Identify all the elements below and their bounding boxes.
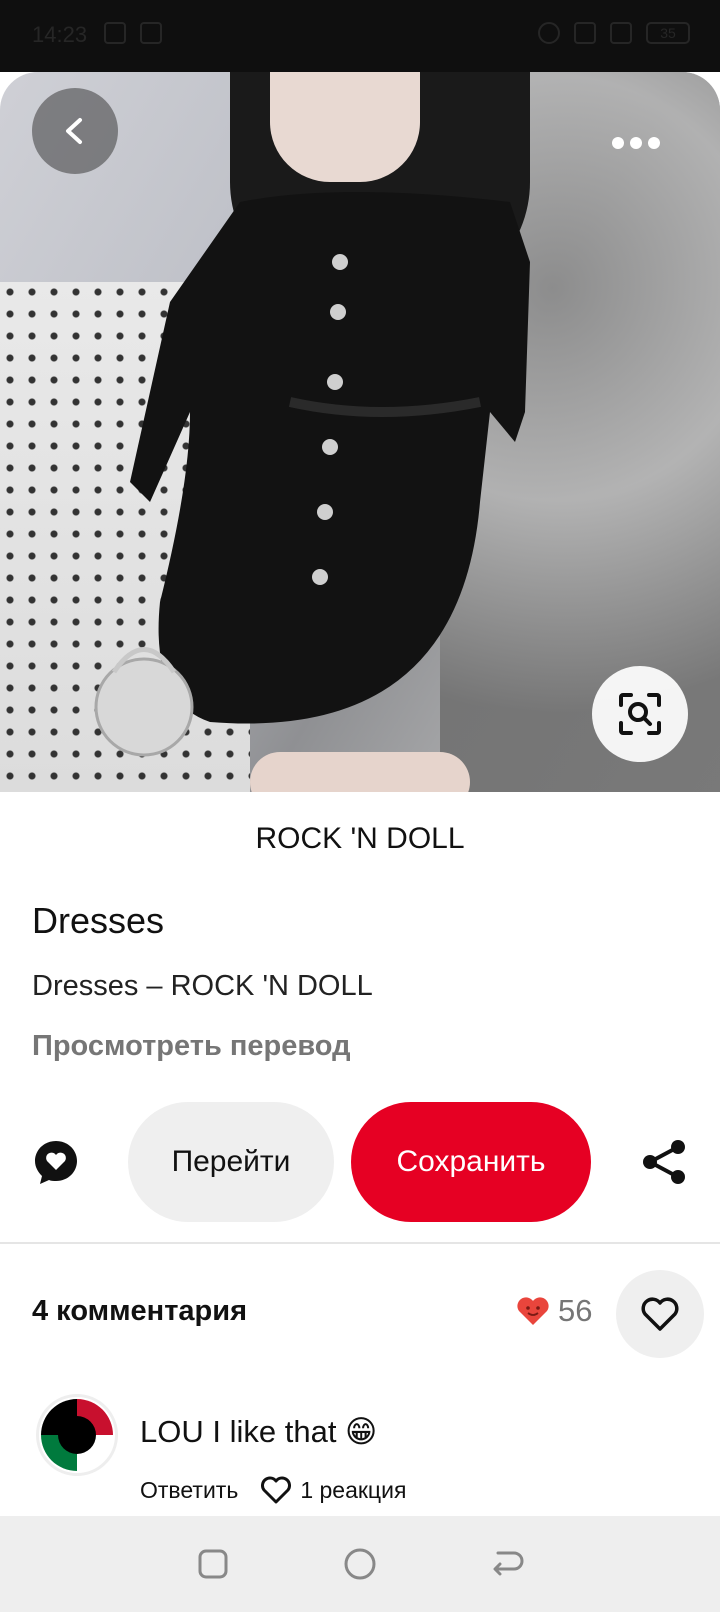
heart-outline-icon	[641, 1297, 679, 1331]
comment-meta: Ответить 1 реакция	[140, 1476, 406, 1504]
status-bar: 14:23 35	[0, 0, 720, 72]
comment-react-button[interactable]: 1 реакция	[260, 1476, 406, 1504]
reaction-summary[interactable]: 56	[516, 1293, 592, 1329]
battery-indicator: 35	[646, 22, 690, 44]
recents-icon	[198, 1549, 228, 1579]
alarm-icon	[538, 22, 560, 44]
heart-outline-icon	[261, 1476, 292, 1504]
avatar[interactable]	[36, 1394, 118, 1476]
share-icon	[643, 1140, 685, 1184]
image-handbag	[94, 647, 194, 757]
more-dots-icon	[612, 137, 624, 149]
share-button[interactable]	[640, 1138, 688, 1186]
status-time: 14:23	[32, 22, 88, 47]
reply-button[interactable]: Ответить	[140, 1477, 238, 1504]
system-nav-bar	[0, 1516, 720, 1612]
signal-icon	[610, 22, 632, 44]
more-dot	[648, 137, 660, 149]
recents-button[interactable]	[193, 1544, 233, 1584]
see-translation-link[interactable]: Просмотреть перевод	[32, 1030, 351, 1063]
avatar-fist-icon	[58, 1416, 96, 1454]
back-button[interactable]	[32, 88, 118, 174]
visit-button[interactable]: Перейти	[128, 1102, 334, 1222]
save-button[interactable]: Сохранить	[351, 1102, 591, 1222]
back-nav-button[interactable]	[487, 1544, 527, 1584]
image-legs	[250, 752, 470, 792]
heart-face-icon	[517, 1297, 549, 1325]
visual-search-icon	[619, 693, 661, 735]
comment-body: LOU I like that 😁	[140, 1414, 377, 1450]
app-notification-icon	[140, 22, 162, 44]
wifi-icon	[574, 22, 596, 44]
action-bar: Перейти Сохранить	[0, 1102, 720, 1222]
avatar-image	[41, 1399, 113, 1471]
home-button[interactable]	[340, 1544, 380, 1584]
more-options-button[interactable]	[606, 128, 666, 158]
react-button[interactable]	[616, 1270, 704, 1358]
comment-text: I like that 😁	[212, 1414, 378, 1449]
chevron-left-icon	[66, 118, 82, 144]
visual-search-button[interactable]	[592, 666, 688, 762]
back-arrow-icon	[493, 1551, 524, 1576]
more-dot	[630, 137, 642, 149]
status-left-icons	[104, 22, 162, 44]
image-neck	[270, 72, 420, 182]
pin-description: Dresses – ROCK 'N DOLL	[32, 970, 373, 1002]
section-divider	[0, 1242, 720, 1244]
comments-count: 4 комментария	[32, 1295, 247, 1327]
comment-button[interactable]	[32, 1138, 80, 1186]
comment-author[interactable]: LOU	[140, 1414, 204, 1449]
pin-brand[interactable]: ROCK 'N DOLL	[0, 822, 720, 856]
comment-bubble-heart-icon	[35, 1141, 77, 1184]
reaction-count: 56	[558, 1293, 593, 1328]
pin-title: Dresses	[32, 900, 165, 941]
notification-icon	[104, 22, 126, 44]
home-icon	[344, 1548, 376, 1580]
comment-reaction-count: 1 реакция	[300, 1476, 407, 1503]
status-right-icons: 35	[538, 22, 690, 44]
